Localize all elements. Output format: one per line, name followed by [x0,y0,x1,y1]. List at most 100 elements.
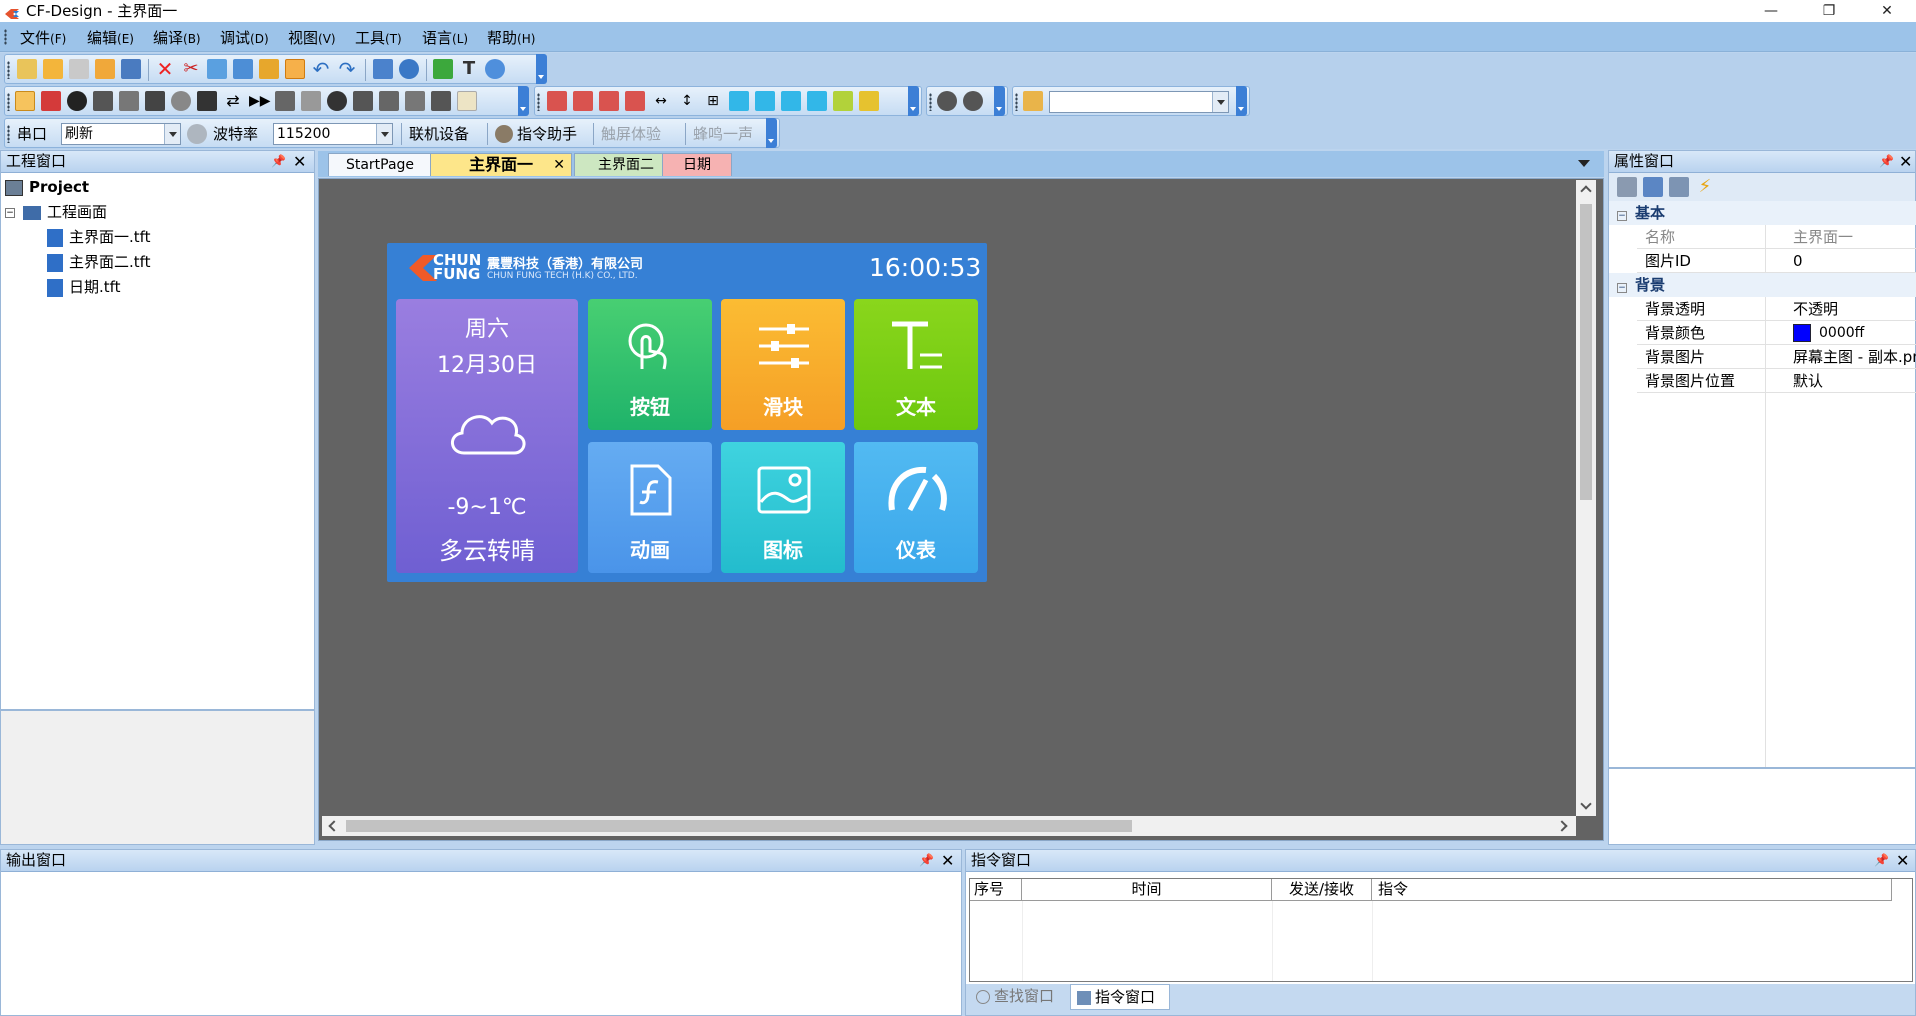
toolbar-overflow-button[interactable] [1236,86,1247,116]
connect-device-button[interactable]: 联机设备 [409,124,469,144]
save-icon[interactable] [121,59,141,79]
beep-button[interactable]: 蜂鸣一声 [693,124,753,144]
property-row-bg-image-pos[interactable]: 背景图片位置 默认 [1637,369,1916,393]
gauge-tile[interactable]: 仪表 [854,442,978,573]
scroll-down-icon[interactable] [1580,798,1592,810]
animation-tile[interactable]: 动画 [588,442,712,573]
chevron-down-icon[interactable] [164,124,180,144]
target-icon[interactable] [67,91,87,111]
column-header-index[interactable]: 序号 [970,879,1022,901]
clock-widget-icon[interactable] [171,91,191,111]
pin-icon[interactable]: 📌 [271,151,286,172]
text-widget-icon[interactable] [93,91,113,111]
tree-file[interactable]: 日期.tft [47,275,121,300]
minimize-button[interactable]: — [1742,0,1800,22]
group-widget-icon[interactable] [405,91,425,111]
curve-widget-icon[interactable] [457,91,477,111]
pointer-tool-icon[interactable] [15,91,35,111]
ungroup-icon[interactable] [859,91,879,111]
property-row-image-id[interactable]: 图片ID 0 [1637,249,1916,273]
shuffle-icon[interactable]: ⇄ [223,91,243,111]
menu-debug[interactable]: 调试(D) [220,28,269,49]
column-header-time[interactable]: 时间 [1022,879,1272,901]
align-center-icon[interactable] [573,91,593,111]
chevron-down-icon[interactable] [376,124,392,144]
send-back-icon[interactable] [755,91,775,111]
menu-view[interactable]: 视图(V) [288,28,336,49]
gauge-widget-icon[interactable] [327,91,347,111]
copy-icon[interactable] [207,59,227,79]
scroll-right-icon[interactable] [1556,820,1568,832]
page-icon[interactable] [1023,91,1043,111]
page-select[interactable] [1049,91,1229,113]
grid-icon[interactable]: ⊞ [703,91,723,111]
tab-command-window[interactable]: 指令窗口 [1070,984,1170,1010]
device-screen-preview[interactable]: CHUN FUNG 震豐科技（香港）有限公司 CHUN FUNG TECH (H… [387,243,987,582]
tag-icon[interactable] [353,91,373,111]
toolbar-overflow-button[interactable] [908,86,919,116]
align-top-icon[interactable] [625,91,645,111]
layer-up-icon[interactable] [781,91,801,111]
undo-icon[interactable]: ↶ [311,59,331,79]
pin-icon[interactable]: 📌 [1879,151,1894,172]
zoom-out-icon[interactable] [963,91,983,111]
serial-port-select[interactable]: 刷新 [61,123,181,145]
same-height-icon[interactable]: ↕ [677,91,697,111]
screen-icon[interactable] [373,59,393,79]
slider-tile[interactable]: 滑块 [721,299,845,430]
events-icon[interactable]: ⚡ [1695,177,1715,197]
menu-edit[interactable]: 编辑(E) [87,28,134,49]
layer-down-icon[interactable] [807,91,827,111]
close-window-button[interactable]: ✕ [1858,0,1916,22]
menu-compile[interactable]: 编译(B) [153,28,201,49]
text-tile[interactable]: 文本 [854,299,978,430]
tab-find-window[interactable]: 查找窗口 [970,984,1068,1010]
group-icon[interactable] [833,91,853,111]
bring-front-icon[interactable] [729,91,749,111]
baud-rate-select[interactable]: 115200 [273,123,393,145]
scroll-up-icon[interactable] [1580,185,1592,197]
category-background[interactable]: − 背景 [1609,273,1916,297]
tree-file[interactable]: 主界面二.tft [47,250,151,275]
sort-az-icon[interactable] [1643,177,1663,197]
button-tile[interactable]: 按钮 [588,299,712,430]
menu-file[interactable]: 文件(F) [20,28,66,49]
same-width-icon[interactable]: ↔ [651,91,671,111]
output-log[interactable] [1,872,961,1015]
delete-icon[interactable]: ✕ [155,59,175,79]
close-icon[interactable]: ✕ [293,151,306,172]
pin-icon[interactable]: 📌 [1874,850,1889,871]
new-project-icon[interactable] [17,59,37,79]
tree-folder[interactable]: − 工程画面 [5,200,107,225]
close-icon[interactable]: ✕ [1899,151,1912,172]
property-row-bg-transparent[interactable]: 背景透明 不透明 [1637,297,1916,321]
command-assistant-button[interactable]: 指令助手 [517,124,577,144]
property-row-name[interactable]: 名称 主界面一 [1637,225,1916,249]
column-header-direction[interactable]: 发送/接收 [1272,879,1372,901]
print-icon[interactable] [69,59,89,79]
column-header-command[interactable]: 指令 [1372,879,1892,901]
open-file-icon[interactable] [95,59,115,79]
tree-file[interactable]: 主界面一.tft [47,225,151,250]
pin-icon[interactable]: 📌 [919,850,934,871]
toolbar-overflow-button[interactable] [536,54,547,84]
collapse-icon[interactable]: − [5,207,15,218]
lock-icon[interactable] [259,59,279,79]
text-tool-icon[interactable]: T [459,59,479,79]
command-table[interactable]: 序号 时间 发送/接收 指令 [969,878,1913,982]
align-right-icon[interactable] [599,91,619,111]
check-widget-icon[interactable] [379,91,399,111]
tab-main-1[interactable]: 主界面一 ✕ [430,153,572,176]
cut-icon[interactable]: ✂ [181,59,201,79]
globe-icon[interactable] [399,59,419,79]
paste-icon[interactable] [233,59,253,79]
property-pages-icon[interactable] [1669,177,1689,197]
color-swatch[interactable] [1793,324,1811,342]
chevron-down-icon[interactable] [1212,92,1228,112]
maximize-button[interactable]: ❐ [1800,0,1858,22]
select-rect-icon[interactable] [41,91,61,111]
collapse-icon[interactable]: − [1617,283,1627,293]
weather-tile[interactable]: 周六 12月30日 -9~1℃ 多云转晴 [396,299,578,573]
menu-tools[interactable]: 工具(T) [355,28,402,49]
property-row-bg-color[interactable]: 背景颜色 0000ff [1637,321,1916,345]
